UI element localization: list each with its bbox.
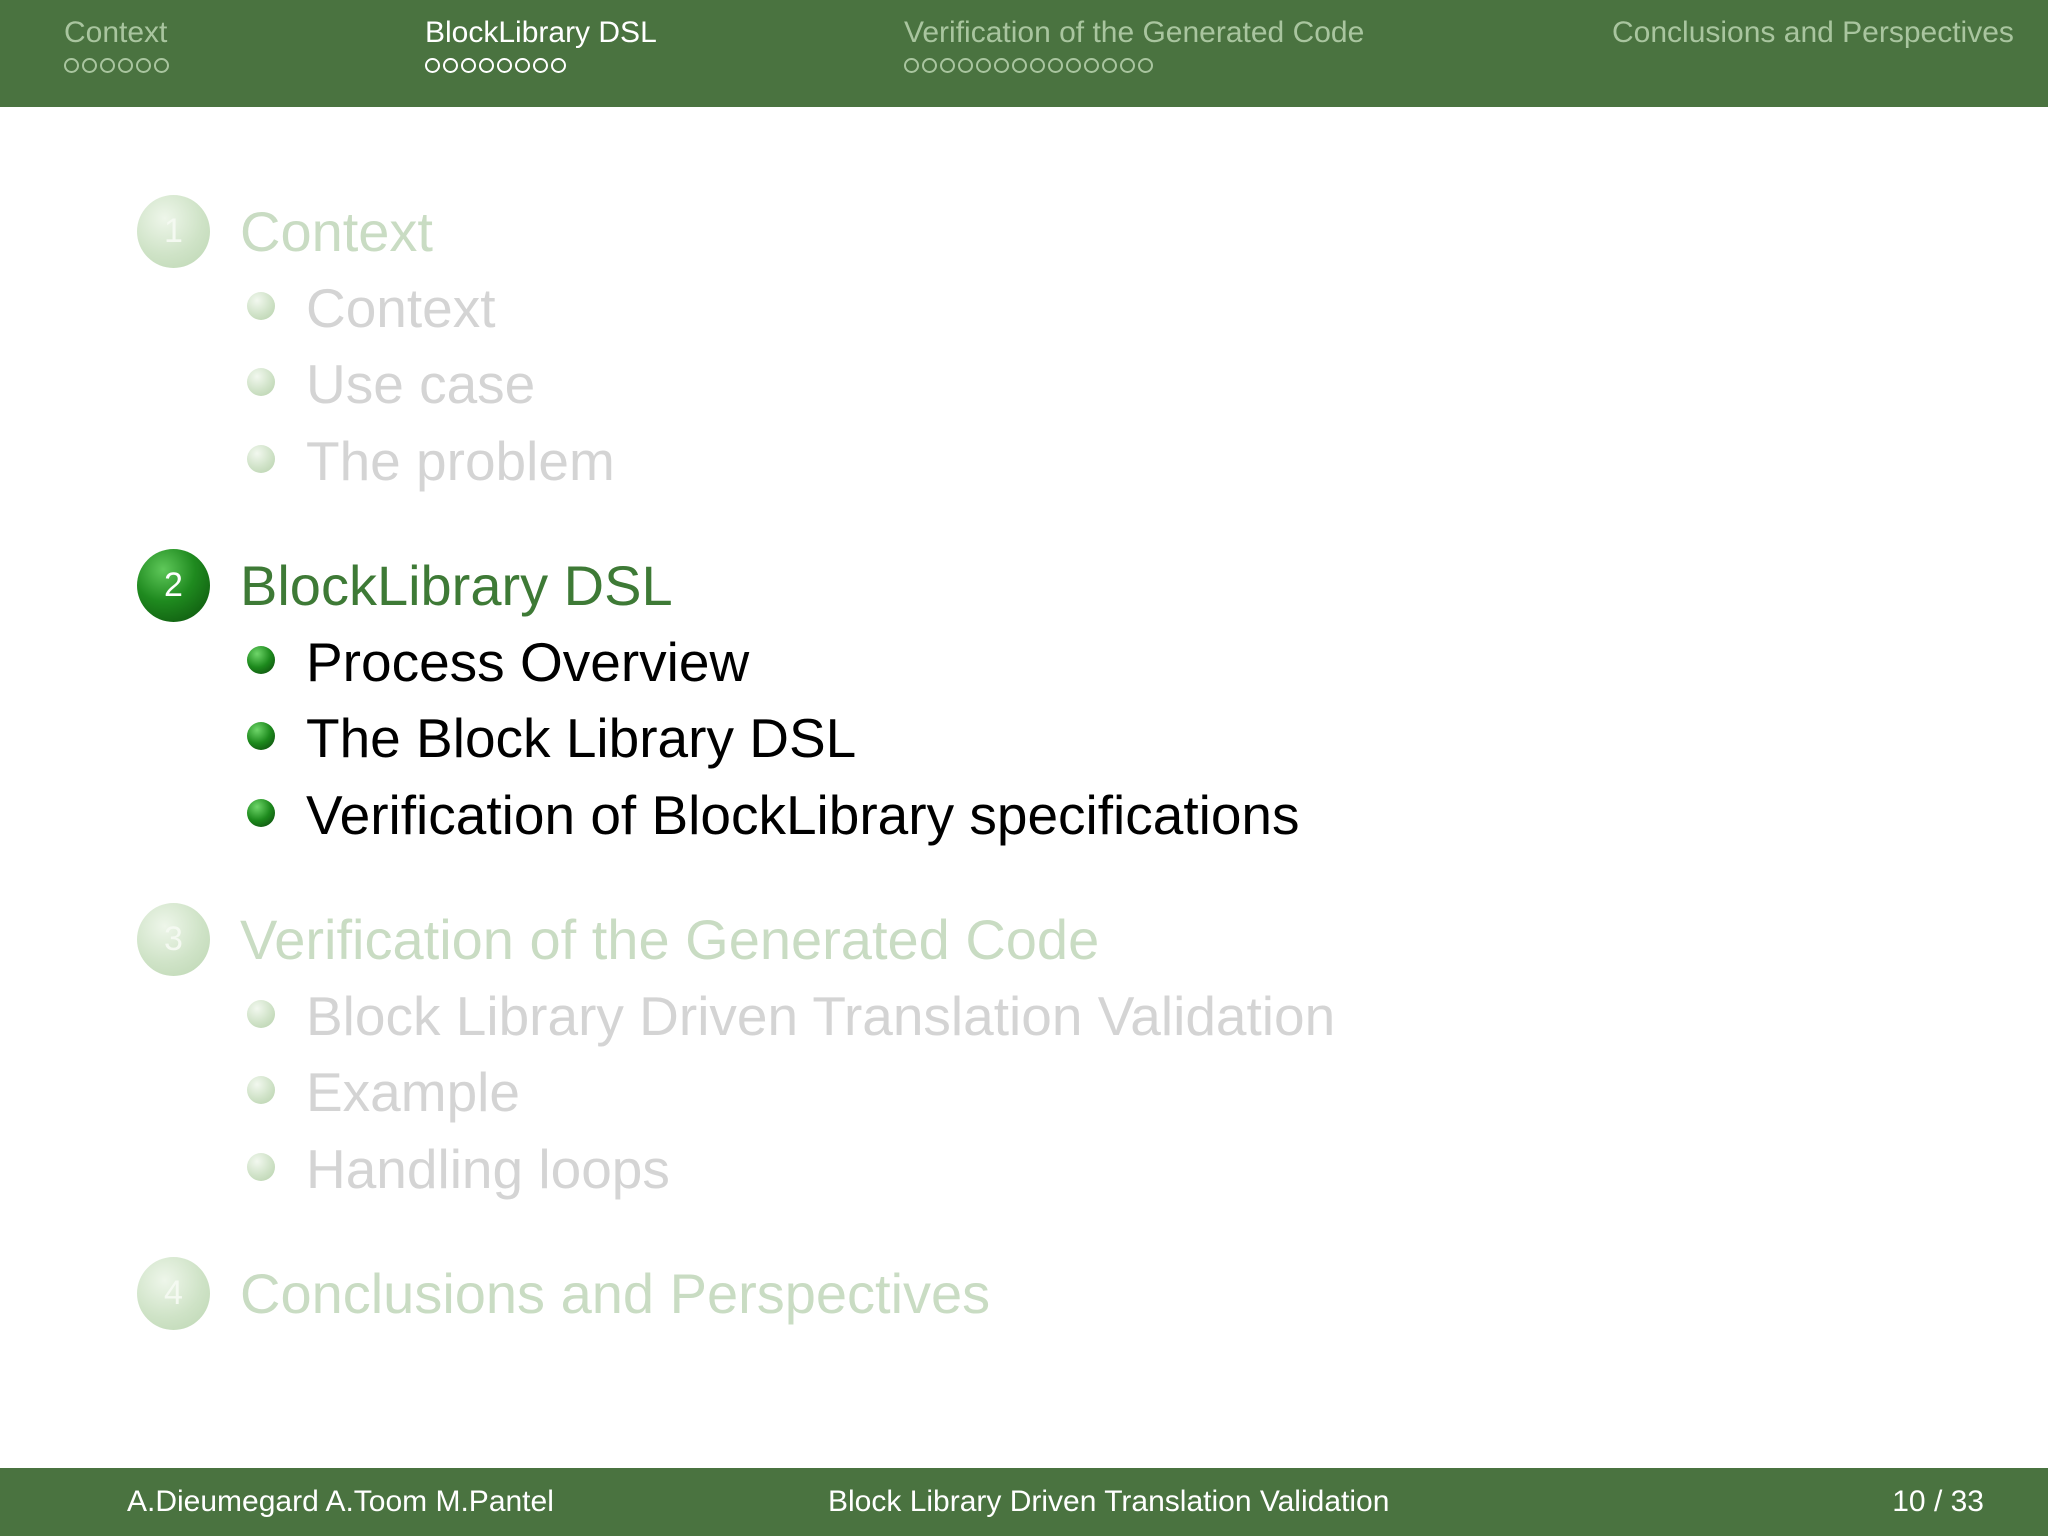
frame-dot-icon[interactable]	[922, 58, 937, 73]
ball-bullet-icon	[247, 445, 275, 473]
section-number-badge: 2	[137, 549, 210, 622]
frame-dot-icon[interactable]	[533, 58, 548, 73]
nav-section-title[interactable]: Verification of the Generated Code	[904, 16, 1364, 50]
subsection-label: Context	[306, 277, 496, 339]
subsection-label: Verification of BlockLibrary specificati…	[306, 784, 1300, 846]
subsection-label: Use case	[306, 353, 536, 415]
nav-section-context[interactable]: Context	[64, 16, 169, 73]
footer-page-number: 10 / 33	[1892, 1485, 1984, 1518]
frame-dot-icon[interactable]	[551, 58, 566, 73]
frame-dot-icon[interactable]	[1048, 58, 1063, 73]
nav-section-blocklibrary-dsl[interactable]: BlockLibrary DSL	[425, 16, 657, 73]
subsection-label: Block Library Driven Translation Validat…	[306, 985, 1336, 1047]
frame-dot-icon[interactable]	[82, 58, 97, 73]
section-title[interactable]: Context	[240, 200, 433, 264]
ball-bullet-icon	[247, 646, 275, 674]
section-title[interactable]: BlockLibrary DSL	[240, 554, 673, 618]
nav-section-title[interactable]: Context	[64, 16, 169, 50]
frame-dot-icon[interactable]	[425, 58, 440, 73]
subsection-label: The Block Library DSL	[306, 707, 857, 769]
frame-dot-icon[interactable]	[1138, 58, 1153, 73]
section-title[interactable]: Verification of the Generated Code	[240, 908, 1099, 972]
nav-section-title[interactable]: Conclusions and Perspectives	[1612, 16, 2014, 50]
subsection-label: The problem	[306, 430, 615, 492]
nav-section-conclusions[interactable]: Conclusions and Perspectives	[1612, 16, 2014, 58]
section-number-badge: 4	[137, 1257, 210, 1330]
frame-dot-icon[interactable]	[940, 58, 955, 73]
section-title[interactable]: Conclusions and Perspectives	[240, 1262, 990, 1326]
frame-dot-icon[interactable]	[1030, 58, 1045, 73]
frame-dot-icon[interactable]	[1012, 58, 1027, 73]
footer-presentation-title: Block Library Driven Translation Validat…	[828, 1485, 1390, 1518]
frame-dot-icon[interactable]	[515, 58, 530, 73]
frame-dot-icon[interactable]	[479, 58, 494, 73]
ball-bullet-icon	[247, 368, 275, 396]
frame-dot-icon[interactable]	[958, 58, 973, 73]
frame-dot-icon[interactable]	[64, 58, 79, 73]
nav-frame-dots	[425, 58, 657, 73]
frame-dot-icon[interactable]	[100, 58, 115, 73]
frame-dot-icon[interactable]	[976, 58, 991, 73]
nav-section-verification[interactable]: Verification of the Generated Code	[904, 16, 1364, 73]
header-navigation: Context BlockLibrary DSL Verification of…	[0, 0, 2048, 107]
frame-dot-icon[interactable]	[904, 58, 919, 73]
frame-dot-icon[interactable]	[154, 58, 169, 73]
subsection-label: Process Overview	[306, 631, 750, 693]
frame-dot-icon[interactable]	[443, 58, 458, 73]
frame-dot-icon[interactable]	[497, 58, 512, 73]
ball-bullet-icon	[247, 1153, 275, 1181]
ball-bullet-icon	[247, 799, 275, 827]
subsection-label: Example	[306, 1061, 520, 1123]
subsection-label: Handling loops	[306, 1138, 670, 1200]
section-number-badge: 1	[137, 195, 210, 268]
footer-authors: A.Dieumegard A.Toom M.Pantel	[127, 1485, 554, 1518]
frame-dot-icon[interactable]	[461, 58, 476, 73]
frame-dot-icon[interactable]	[1120, 58, 1135, 73]
ball-bullet-icon	[247, 722, 275, 750]
frame-dot-icon[interactable]	[136, 58, 151, 73]
ball-bullet-icon	[247, 1000, 275, 1028]
ball-bullet-icon	[247, 1076, 275, 1104]
frame-dot-icon[interactable]	[1066, 58, 1081, 73]
frame-dot-icon[interactable]	[118, 58, 133, 73]
ball-bullet-icon	[247, 292, 275, 320]
nav-frame-dots	[904, 58, 1364, 73]
frame-dot-icon[interactable]	[994, 58, 1009, 73]
frame-dot-icon[interactable]	[1102, 58, 1117, 73]
footer-bar: A.Dieumegard A.Toom M.Pantel Block Libra…	[0, 1468, 2048, 1536]
nav-frame-dots	[64, 58, 169, 73]
section-number-badge: 3	[137, 903, 210, 976]
frame-dot-icon[interactable]	[1084, 58, 1099, 73]
nav-section-title[interactable]: BlockLibrary DSL	[425, 16, 657, 50]
